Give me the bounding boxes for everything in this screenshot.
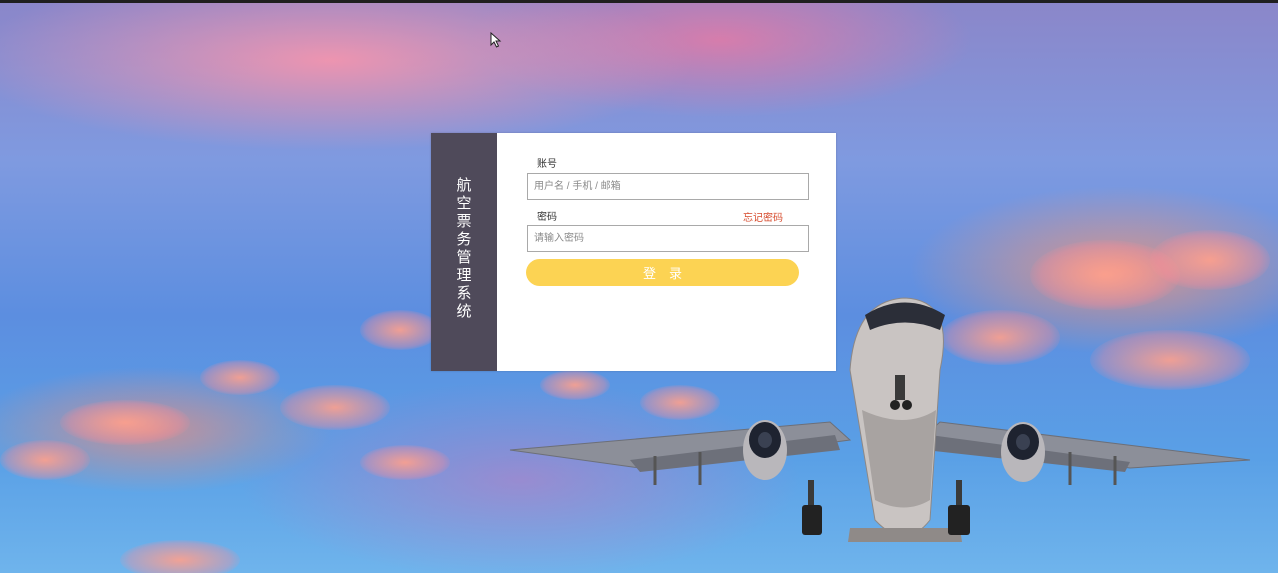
- login-screen: 航空票务管理系统 账号 密码 忘记密码 登 录: [0, 0, 1278, 573]
- account-input[interactable]: [527, 173, 809, 200]
- background-cloud: [360, 310, 440, 350]
- background-cloud: [200, 360, 280, 395]
- login-card: 航空票务管理系统 账号 密码 忘记密码 登 录: [431, 133, 836, 371]
- mouse-pointer-icon: [490, 32, 502, 48]
- background-cloud: [60, 400, 190, 445]
- login-form: 账号 密码 忘记密码 登 录: [497, 133, 836, 371]
- side-panel: 航空票务管理系统: [431, 133, 497, 371]
- top-bar: [0, 0, 1278, 3]
- background-cloud: [0, 440, 90, 480]
- login-button[interactable]: 登 录: [526, 259, 799, 286]
- password-label: 密码: [537, 212, 557, 223]
- system-title: 航空票务管理系统: [456, 177, 472, 320]
- background-cloud: [120, 540, 240, 573]
- background-cloud: [280, 385, 390, 430]
- background-cloud: [1150, 230, 1270, 290]
- forgot-password-link[interactable]: 忘记密码: [743, 209, 783, 224]
- account-label: 账号: [537, 159, 557, 170]
- password-input[interactable]: [527, 225, 809, 252]
- background-cloud: [360, 445, 450, 480]
